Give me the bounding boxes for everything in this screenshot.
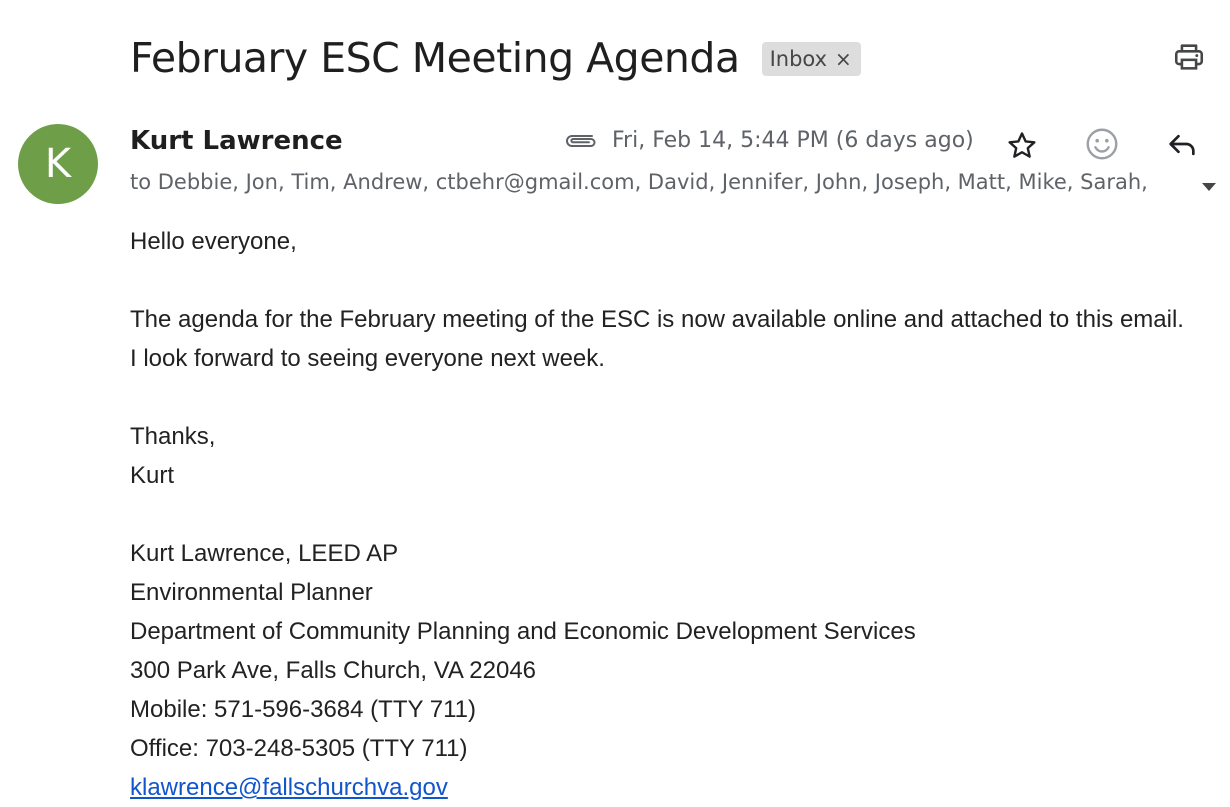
body-paragraph-line: I look forward to seeing everyone next w… — [130, 345, 605, 372]
print-icon[interactable] — [1172, 40, 1206, 74]
paperclip-icon — [566, 135, 596, 147]
sender-avatar[interactable]: K — [18, 124, 98, 204]
star-button[interactable] — [1002, 126, 1042, 166]
sender-name[interactable]: Kurt Lawrence — [130, 126, 343, 156]
signature-mobile: Mobile: 571-596-3684 (TTY 711) — [130, 696, 476, 723]
inbox-label-chip[interactable]: Inbox × — [761, 42, 861, 76]
signature-office: Office: 703-248-5305 (TTY 711) — [130, 735, 468, 762]
body-paragraph-line: The agenda for the February meeting of t… — [130, 306, 1184, 333]
reply-icon — [1169, 134, 1195, 156]
smiley-icon — [1086, 128, 1118, 160]
label-text: Inbox — [769, 47, 828, 71]
message-body: Hello everyone, The agenda for the Febru… — [130, 222, 1230, 807]
signature-department: Department of Community Planning and Eco… — [130, 618, 916, 645]
greeting: Hello everyone, — [130, 228, 297, 255]
recipients-line: to Debbie, Jon, Tim, Andrew, ctbehr@gmai… — [130, 170, 1148, 194]
signature-name-title: Kurt Lawrence, LEED AP — [130, 540, 399, 567]
signature-address: 300 Park Ave, Falls Church, VA 22046 — [130, 657, 537, 684]
closing: Thanks, — [130, 423, 216, 450]
sign-name: Kurt — [130, 462, 175, 489]
add-reaction-button[interactable] — [1082, 124, 1122, 164]
message-meta: Fri, Feb 14, 5:44 PM (6 days ago) — [562, 127, 974, 153]
avatar-initial: K — [44, 141, 72, 187]
signature-role: Environmental Planner — [130, 579, 373, 606]
reply-button[interactable] — [1162, 124, 1202, 164]
message-date[interactable]: Fri, Feb 14, 5:44 PM (6 days ago) — [612, 128, 974, 153]
star-icon — [1008, 132, 1036, 158]
remove-label-close-icon[interactable]: × — [835, 47, 852, 71]
show-details-caret-down-icon[interactable] — [1197, 176, 1221, 196]
email-subject: February ESC Meeting Agenda — [130, 34, 740, 82]
subject-row: February ESC Meeting Agenda Inbox × — [130, 30, 861, 86]
